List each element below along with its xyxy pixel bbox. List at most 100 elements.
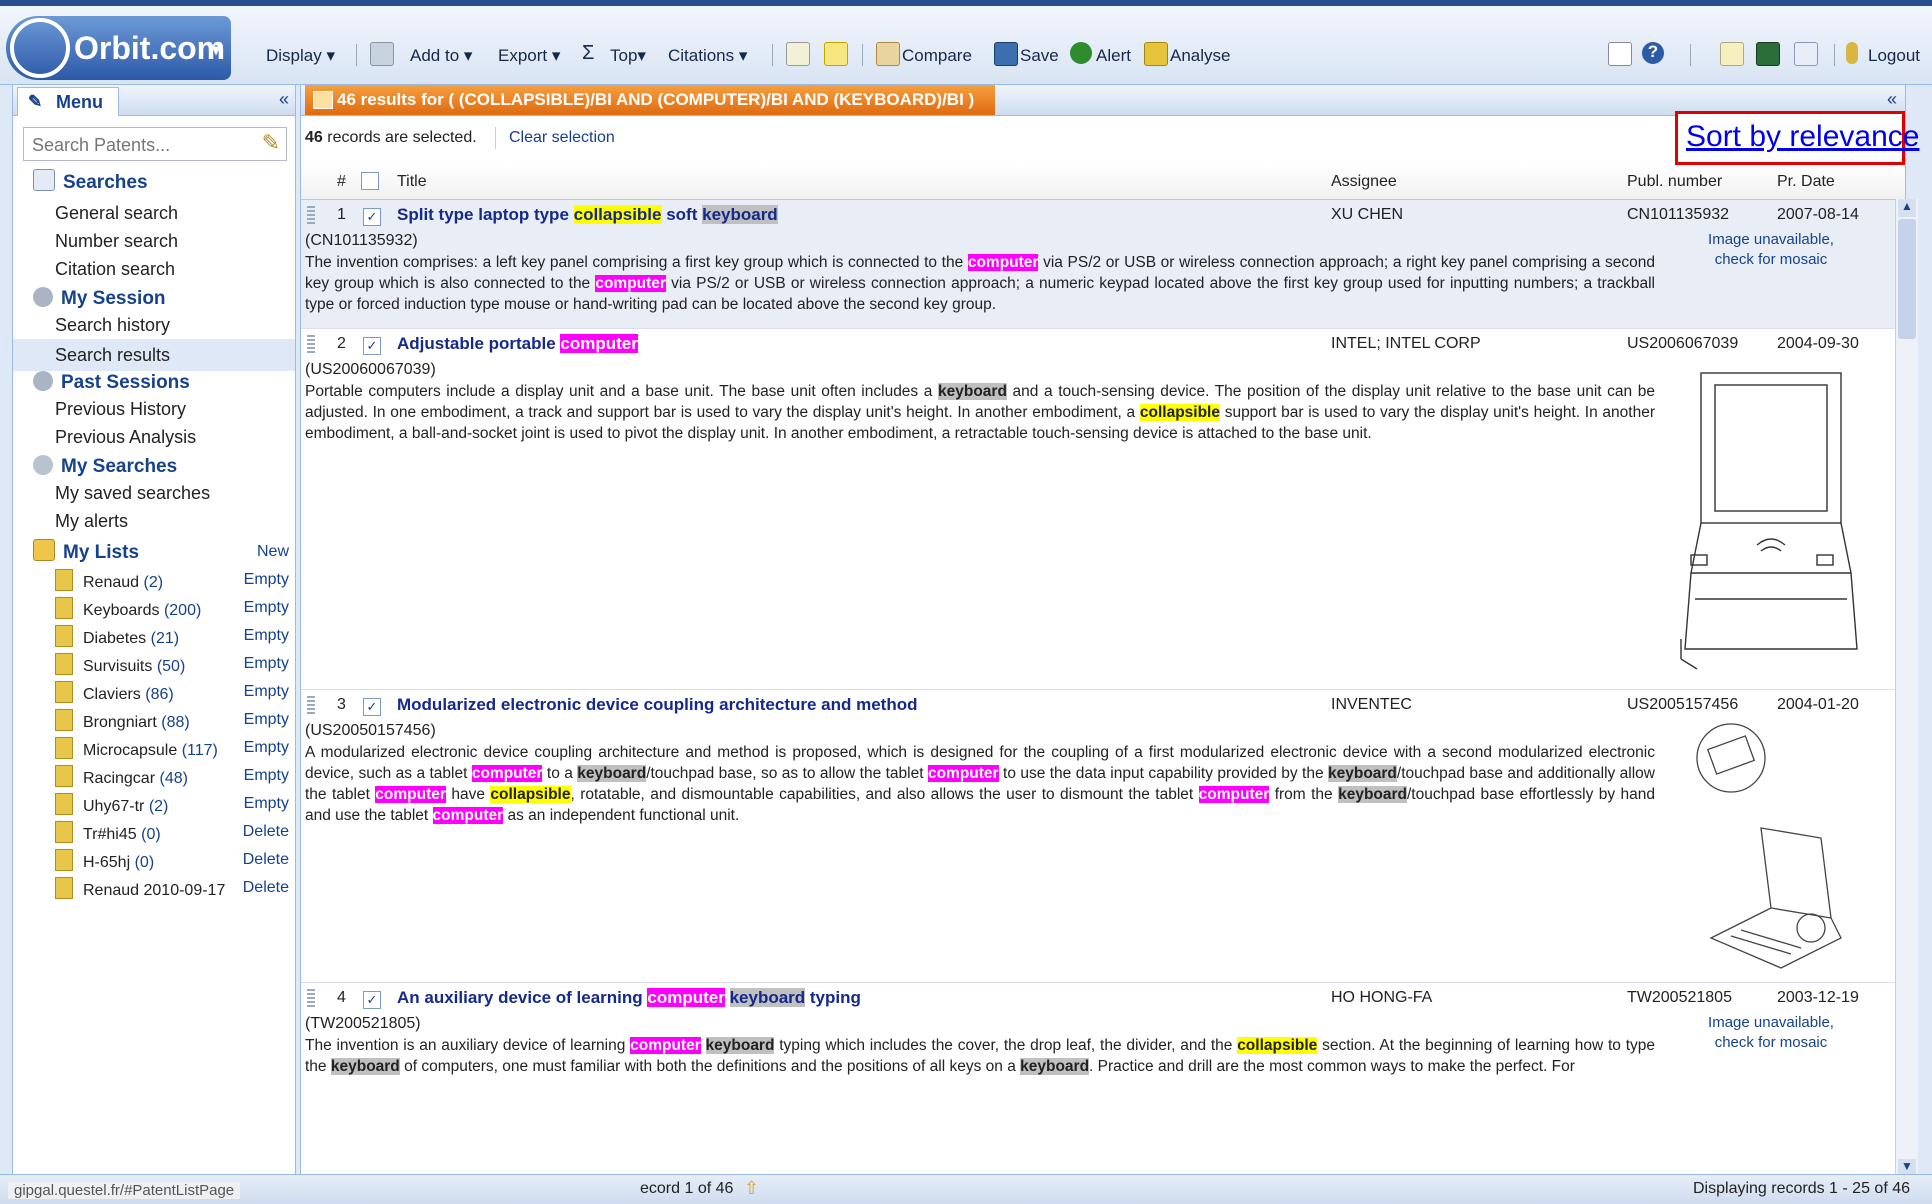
- list-action-link[interactable]: Empty: [244, 599, 289, 617]
- drag-handle-icon[interactable]: [307, 206, 315, 224]
- list-item[interactable]: Tr#hi45 (0): [55, 821, 161, 844]
- list-item[interactable]: H-65hj (0): [55, 849, 154, 872]
- result-record[interactable]: 4 ✓ An auxiliary device of learning comp…: [301, 983, 1899, 1177]
- patent-drawing-laptop[interactable]: [1661, 359, 1873, 679]
- col-title[interactable]: Title: [397, 173, 427, 191]
- record-checkbox[interactable]: ✓: [363, 696, 381, 716]
- app-logo-menu[interactable]: Orbit.com ▾: [6, 16, 231, 80]
- result-record[interactable]: 1 ✓ Split type laptop type collapsible s…: [301, 200, 1899, 329]
- nav-number-search[interactable]: Number search: [55, 231, 178, 252]
- searches-icon: [33, 169, 55, 191]
- list-item[interactable]: Claviers (86): [55, 681, 174, 704]
- scroll-thumb[interactable]: [1898, 219, 1916, 339]
- nav-my-alerts[interactable]: My alerts: [55, 511, 128, 532]
- alert-button[interactable]: Alert: [1096, 46, 1131, 66]
- list-item[interactable]: Renaud (2): [55, 569, 163, 592]
- select-all-checkbox[interactable]: [361, 172, 379, 195]
- highlight-toggle-icon[interactable]: [824, 42, 848, 66]
- export-menu[interactable]: Export ▾: [498, 46, 560, 66]
- list-action-link[interactable]: Empty: [244, 683, 289, 701]
- nav-search-history[interactable]: Search history: [55, 315, 170, 336]
- section-searches[interactable]: Searches: [33, 169, 148, 194]
- new-list-link[interactable]: New: [257, 543, 289, 561]
- mail-icon[interactable]: [1794, 42, 1818, 66]
- image-unavailable-link[interactable]: Image unavailable, check for mosaic: [1671, 1013, 1871, 1053]
- record-title[interactable]: Modularized electronic device coupling a…: [397, 695, 918, 715]
- nav-previous-analysis[interactable]: Previous Analysis: [55, 427, 196, 448]
- record-checkbox[interactable]: ✓: [363, 206, 381, 226]
- up-arrow-icon[interactable]: ⇧: [744, 1178, 759, 1199]
- list-item[interactable]: Keyboards (200): [55, 597, 201, 620]
- logout-button[interactable]: Logout: [1868, 46, 1920, 66]
- nav-my-saved-searches[interactable]: My saved searches: [55, 483, 210, 504]
- result-record[interactable]: 3 ✓ Modularized electronic device coupli…: [301, 690, 1899, 983]
- drag-handle-icon[interactable]: [307, 335, 315, 353]
- record-title[interactable]: Adjustable portable computer: [397, 334, 638, 354]
- section-my-lists[interactable]: My Lists: [33, 539, 139, 564]
- record-publ-number[interactable]: US2005157456: [1627, 696, 1738, 714]
- patent-drawing-tablet[interactable]: [1671, 718, 1871, 978]
- section-my-searches[interactable]: My Searches: [33, 455, 177, 478]
- section-past-sessions[interactable]: Past Sessions: [33, 371, 190, 394]
- nav-search-results[interactable]: Search results: [13, 339, 295, 371]
- list-action-link[interactable]: Empty: [244, 627, 289, 645]
- results-tab[interactable]: 46 results for ( (COLLAPSIBLE)/BI AND (C…: [305, 85, 995, 115]
- list-item[interactable]: Survisuits (50): [55, 653, 185, 676]
- list-action-link[interactable]: Delete: [243, 879, 289, 897]
- top-menu[interactable]: Top▾: [610, 46, 646, 66]
- list-action-link[interactable]: Delete: [243, 851, 289, 869]
- clear-selection-link[interactable]: Clear selection: [509, 129, 615, 147]
- search-go-icon[interactable]: ✎: [262, 130, 280, 156]
- list-action-link[interactable]: Empty: [244, 795, 289, 813]
- sort-by-relevance-link[interactable]: Sort by relevance: [1686, 120, 1919, 154]
- col-publ-number[interactable]: Publ. number: [1627, 173, 1722, 191]
- font-size-icon[interactable]: [1720, 42, 1744, 66]
- record-publ-number[interactable]: CN101135932: [1627, 206, 1729, 224]
- screen-icon[interactable]: [1756, 42, 1780, 66]
- help-icon[interactable]: ?: [1642, 42, 1664, 64]
- list-action-link[interactable]: Empty: [244, 739, 289, 757]
- list-item[interactable]: Uhy67-tr (2): [55, 793, 168, 816]
- add-to-menu[interactable]: Add to ▾: [410, 46, 472, 66]
- nav-previous-history[interactable]: Previous History: [55, 399, 186, 420]
- list-item[interactable]: Brongniart (88): [55, 709, 190, 732]
- record-checkbox[interactable]: ✓: [363, 989, 381, 1009]
- image-unavailable-link[interactable]: Image unavailable, check for mosaic: [1671, 230, 1871, 270]
- section-my-session[interactable]: My Session: [33, 287, 166, 310]
- compare-button[interactable]: Compare: [902, 46, 972, 66]
- citations-menu[interactable]: Citations ▾: [668, 46, 747, 66]
- record-title[interactable]: Split type laptop type collapsible soft …: [397, 205, 778, 225]
- collapse-right-icon[interactable]: «: [1887, 89, 1897, 110]
- record-publ-number[interactable]: TW200521805: [1627, 989, 1732, 1007]
- nav-citation-search[interactable]: Citation search: [55, 259, 175, 280]
- result-record[interactable]: 2 ✓ Adjustable portable computer INTEL; …: [301, 329, 1899, 690]
- record-publ-number[interactable]: US2006067039: [1627, 335, 1738, 353]
- drag-handle-icon[interactable]: [307, 989, 315, 1007]
- list-action-link[interactable]: Empty: [244, 655, 289, 673]
- results-scrollbar[interactable]: ▲ ▼: [1895, 199, 1918, 1177]
- menu-tab[interactable]: ✎ Menu: [17, 87, 119, 116]
- window-icon[interactable]: [1608, 42, 1632, 66]
- list-action-link[interactable]: Empty: [244, 571, 289, 589]
- list-item[interactable]: Renaud 2010-09-17: [55, 877, 225, 900]
- list-item[interactable]: Diabetes (21): [55, 625, 179, 648]
- col-assignee[interactable]: Assignee: [1331, 173, 1397, 191]
- list-item[interactable]: Microcapsule (117): [55, 737, 218, 760]
- list-item[interactable]: Racingcar (48): [55, 765, 188, 788]
- col-pr-date[interactable]: Pr. Date: [1777, 173, 1835, 191]
- print-icon[interactable]: [370, 42, 394, 66]
- record-title[interactable]: An auxiliary device of learning computer…: [397, 988, 861, 1008]
- list-action-link[interactable]: Empty: [244, 711, 289, 729]
- highlighter-icon[interactable]: [786, 42, 810, 66]
- record-checkbox[interactable]: ✓: [363, 335, 381, 355]
- scroll-up-icon[interactable]: ▲: [1898, 199, 1916, 217]
- collapse-sidebar-icon[interactable]: «: [279, 89, 289, 110]
- display-menu[interactable]: Display ▾: [266, 46, 335, 66]
- save-button[interactable]: Save: [1020, 46, 1059, 66]
- list-action-link[interactable]: Delete: [243, 823, 289, 841]
- drag-handle-icon[interactable]: [307, 696, 315, 714]
- nav-general-search[interactable]: General search: [55, 203, 178, 224]
- list-action-link[interactable]: Empty: [244, 767, 289, 785]
- analyse-button[interactable]: Analyse: [1170, 46, 1230, 66]
- patent-search-input[interactable]: [30, 130, 244, 160]
